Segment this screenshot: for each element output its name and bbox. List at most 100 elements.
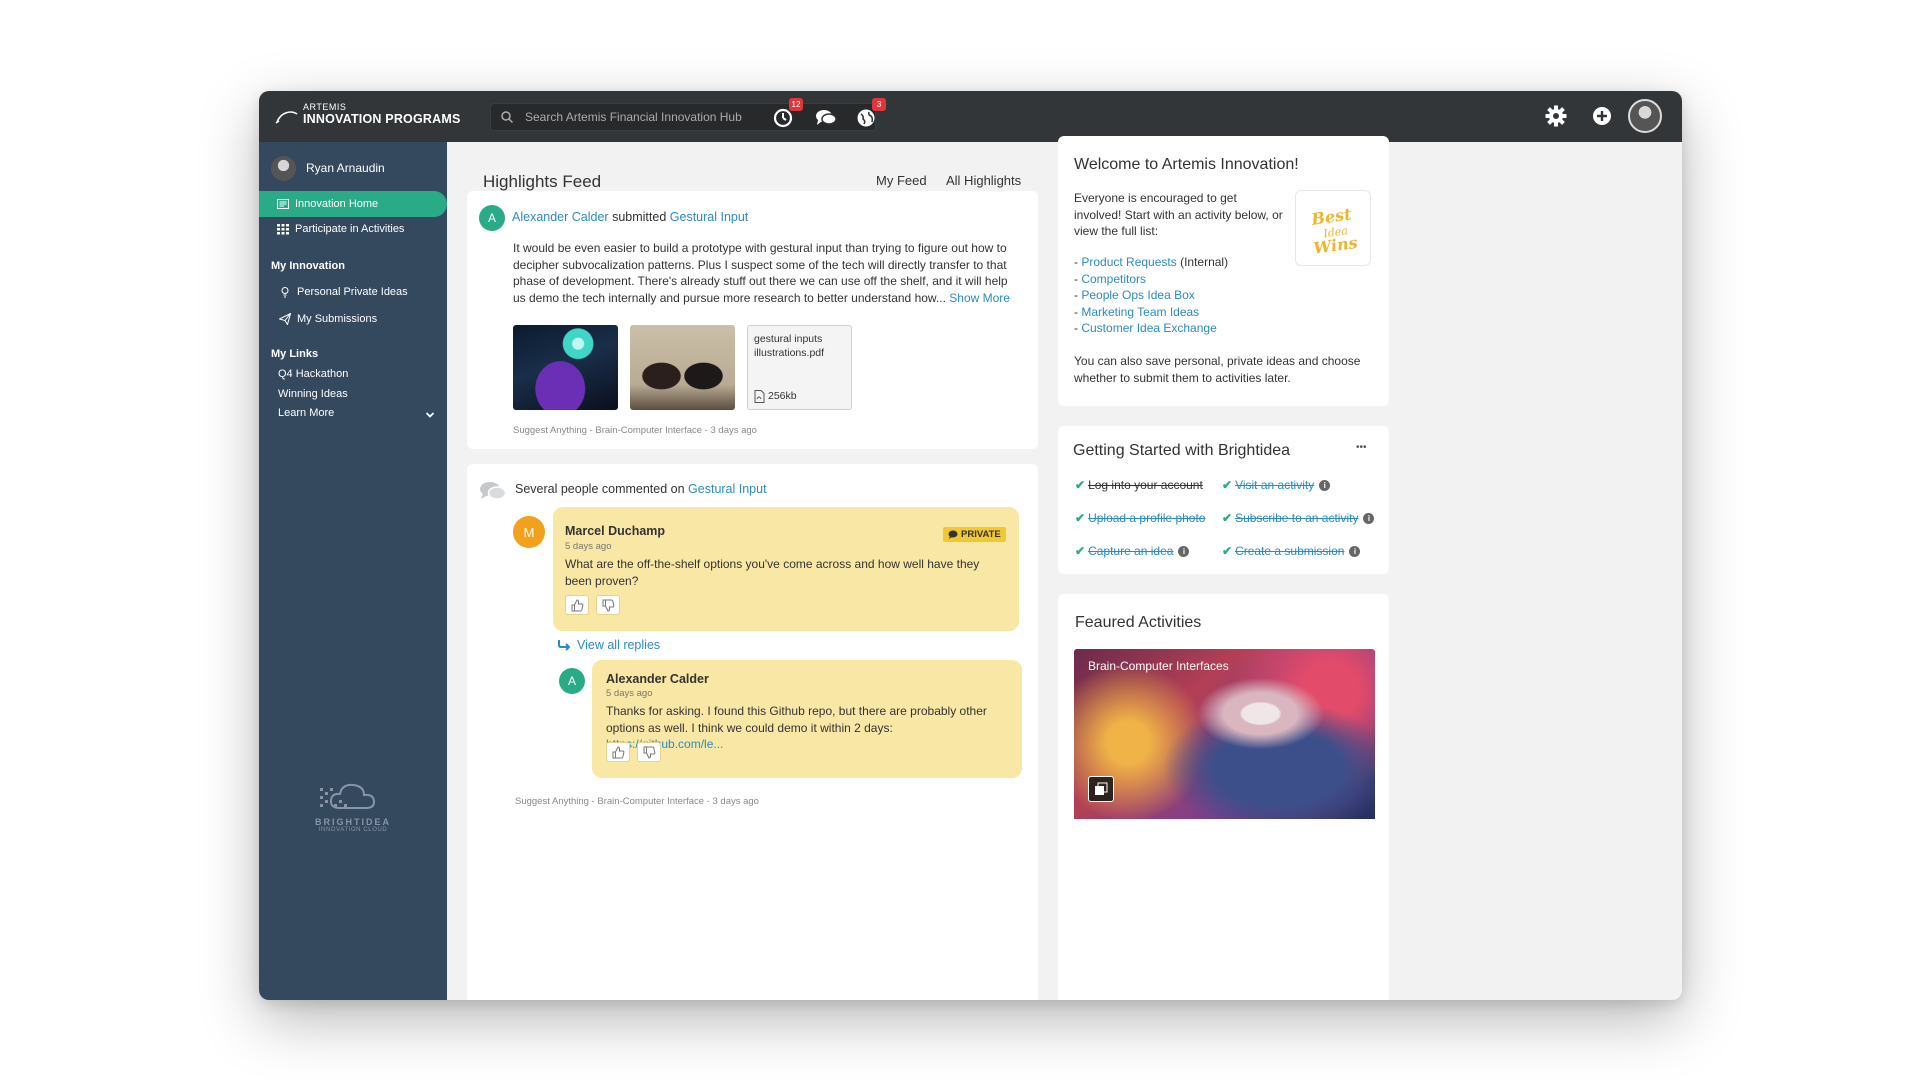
top-bar: ARTEMIS INNOVATION PROGRAMS 12 xyxy=(259,91,1682,142)
comments-icon xyxy=(480,482,507,500)
reply-author-name[interactable]: Alexander Calder xyxy=(606,672,709,686)
info-icon[interactable]: i xyxy=(1363,512,1375,524)
welcome-outro: You can also save personal, private idea… xyxy=(1074,354,1361,385)
like-button[interactable] xyxy=(606,742,630,762)
add-button[interactable] xyxy=(1589,103,1615,129)
chevron-down-icon[interactable] xyxy=(425,410,435,420)
featured-activity-image[interactable]: Brain-Computer Interfaces xyxy=(1074,649,1375,819)
attachment-size: 256kb xyxy=(768,390,797,402)
reply-time: 5 days ago xyxy=(606,688,653,699)
welcome-link[interactable]: People Ops Idea Box xyxy=(1081,288,1194,302)
best-idea-wins-logo: Best Idea Wins xyxy=(1309,204,1359,257)
checkmark-icon: ✔ xyxy=(1222,478,1233,492)
logo-small-text: ARTEMIS xyxy=(303,102,347,112)
illustration-image-2[interactable] xyxy=(630,325,735,410)
post-body: It would be even easier to build a proto… xyxy=(513,240,1013,306)
illustration-image-1[interactable] xyxy=(513,325,618,410)
post-meta: Suggest Anything - Brain-Computer Interf… xyxy=(513,425,757,436)
welcome-link[interactable]: Product Requests xyxy=(1081,255,1176,269)
idea-link[interactable]: Gestural Input xyxy=(670,210,749,224)
post-verb: submitted xyxy=(612,210,667,224)
welcome-link-row: - Customer Idea Exchange xyxy=(1074,321,1217,335)
pdf-attachment[interactable]: gestural inputs illustrations.pdf 256kb xyxy=(747,325,852,410)
featured-title: Feaured Activities xyxy=(1075,614,1202,631)
comment-time: 5 days ago xyxy=(565,541,612,552)
sidebar-item-innovation-home[interactable]: Innovation Home xyxy=(259,191,447,217)
welcome-link[interactable]: Marketing Team Ideas xyxy=(1081,305,1199,319)
author-avatar[interactable]: A xyxy=(479,205,505,231)
paper-plane-icon xyxy=(279,313,291,325)
comments-header-text: Several people commented on xyxy=(515,482,685,496)
chat-button[interactable] xyxy=(813,104,839,130)
getting-started-title: Getting Started with Brightidea xyxy=(1073,442,1291,459)
logo-swoosh-icon xyxy=(275,111,298,124)
brightidea-sub: INNOVATION CLOUD xyxy=(318,827,388,833)
dislike-button[interactable] xyxy=(596,595,620,615)
grid-icon xyxy=(277,224,289,235)
gallery-button[interactable] xyxy=(1088,776,1114,802)
attachment-size-row: 256kb xyxy=(754,389,797,403)
my-innovation-heading: My Innovation xyxy=(271,260,345,272)
gs-item-capture-idea: ✔ Capture an idea i xyxy=(1075,544,1190,558)
lightbulb-icon xyxy=(281,287,289,298)
globe-button[interactable]: 3 xyxy=(854,98,886,130)
logo-title: INNOVATION PROGRAMS xyxy=(303,112,461,126)
author-link[interactable]: Alexander Calder xyxy=(512,210,609,224)
show-more-link[interactable]: Show More xyxy=(949,291,1010,305)
sidebar-user[interactable]: Ryan Arnaudin xyxy=(271,155,385,181)
gs-item-create-submission: ✔ Create a submission i xyxy=(1222,544,1361,558)
info-icon[interactable]: i xyxy=(1349,545,1361,557)
cloud-icon xyxy=(320,783,376,809)
commenter-name[interactable]: Marcel Duchamp xyxy=(565,524,665,538)
add-icon xyxy=(1593,107,1611,125)
dislike-button[interactable] xyxy=(637,742,661,762)
reply-avatar[interactable]: A xyxy=(559,668,585,694)
avatar[interactable] xyxy=(1628,99,1662,133)
welcome-link-row: - Marketing Team Ideas xyxy=(1074,304,1200,319)
sidebar-item-label: My Submissions xyxy=(297,313,378,325)
gs-item-link[interactable]: Visit an activity xyxy=(1235,478,1314,492)
welcome-link-row: - Competitors xyxy=(1074,271,1147,286)
comment-bubble: Marcel Duchamp PRIVATE 5 days ago What a… xyxy=(553,507,1019,631)
gs-item-subscribe: ✔ Subscribe to an activity i xyxy=(1222,511,1375,525)
commenter-avatar[interactable]: M xyxy=(513,516,545,548)
thumbs-up-icon xyxy=(571,598,583,611)
welcome-link[interactable]: Competitors xyxy=(1081,272,1146,286)
gs-item-login: ✔ Log into your account xyxy=(1075,478,1203,492)
welcome-title: Welcome to Artemis Innovation! xyxy=(1074,156,1299,173)
sidebar-link-winning-ideas[interactable]: Winning Ideas xyxy=(278,388,348,400)
comments-idea-link[interactable]: Gestural Input xyxy=(688,482,767,496)
thumbs-down-icon xyxy=(643,746,655,759)
more-menu-icon[interactable]: ••• xyxy=(1356,442,1367,453)
welcome-link[interactable]: Customer Idea Exchange xyxy=(1081,321,1216,335)
page-title: Highlights Feed xyxy=(483,172,602,191)
speech-bubble-icon xyxy=(948,530,958,539)
reply-bubble: Alexander Calder 5 days ago Thanks for a… xyxy=(592,660,1022,778)
sidebar-item-private-ideas[interactable]: Personal Private Ideas xyxy=(279,286,408,298)
gs-item-upload-photo: ✔ Upload a profile photo xyxy=(1075,511,1205,525)
notifications-button[interactable]: 12 xyxy=(771,98,803,130)
welcome-link-suffix: (Internal) xyxy=(1176,255,1229,269)
gs-item-link[interactable]: Capture an idea xyxy=(1088,544,1173,558)
view-all-replies[interactable]: View all replies xyxy=(557,638,660,652)
my-links-heading: My Links xyxy=(271,348,319,360)
tab-all-highlights[interactable]: All Highlights xyxy=(946,173,1021,188)
welcome-link-row: - Product Requests (Internal) xyxy=(1074,255,1229,269)
gs-item-link[interactable]: Upload a profile photo xyxy=(1088,511,1205,525)
sidebar-item-my-submissions[interactable]: My Submissions xyxy=(279,313,377,325)
welcome-link-row: - People Ops Idea Box xyxy=(1074,288,1195,302)
checkmark-icon: ✔ xyxy=(1075,511,1086,525)
settings-button[interactable] xyxy=(1543,103,1569,129)
welcome-card: Welcome to Artemis Innovation! Everyone … xyxy=(1058,136,1389,406)
info-icon[interactable]: i xyxy=(1319,479,1331,491)
private-label: PRIVATE xyxy=(961,529,1001,540)
info-icon[interactable]: i xyxy=(1178,545,1190,557)
sidebar-link-learn-more[interactable]: Learn More xyxy=(278,407,334,419)
sidebar-link-q4-hackathon[interactable]: Q4 Hackathon xyxy=(278,368,348,380)
gs-item-link[interactable]: Create a submission xyxy=(1235,544,1344,558)
app-window: ARTEMIS INNOVATION PROGRAMS 12 xyxy=(259,91,1682,1000)
gs-item-link[interactable]: Subscribe to an activity xyxy=(1235,511,1358,525)
reply-arrow-icon xyxy=(558,640,571,651)
like-button[interactable] xyxy=(565,595,589,615)
sidebar-item-participate[interactable]: Participate in Activities xyxy=(259,216,447,242)
